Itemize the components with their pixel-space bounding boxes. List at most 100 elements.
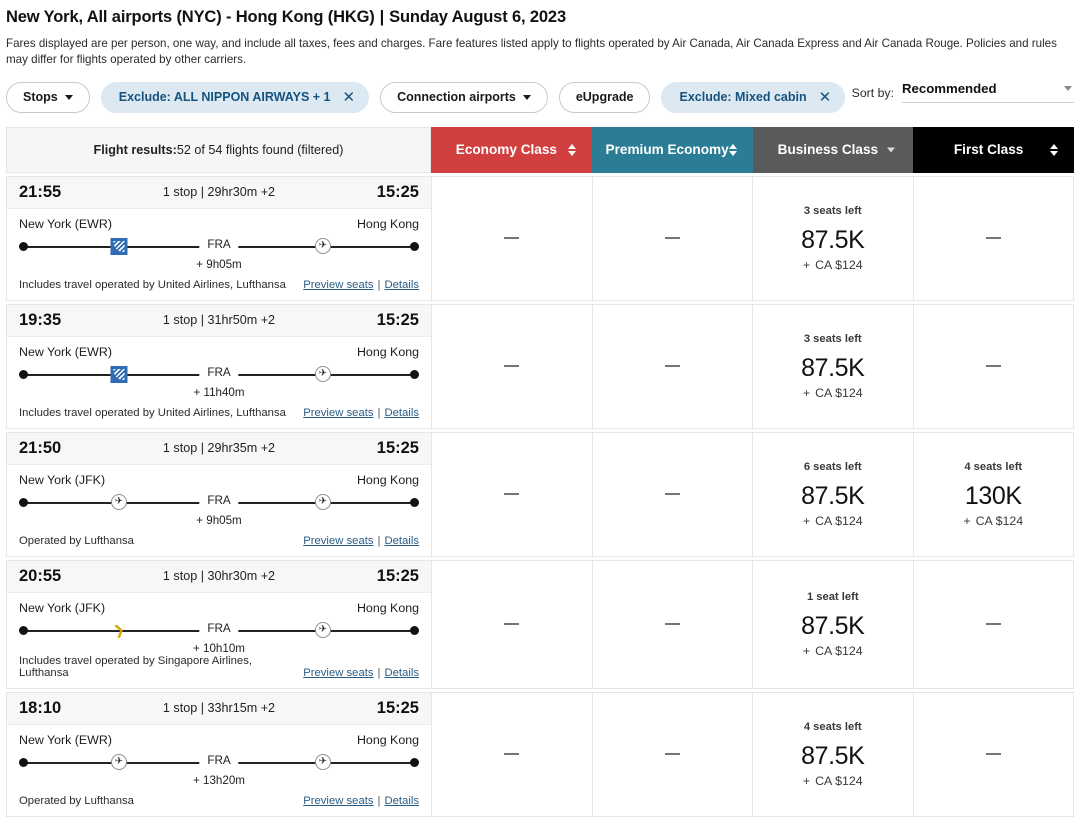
operated-by-text: Includes travel operated by Singapore Ai… xyxy=(19,654,252,679)
operator-row: Includes travel operated by United Airli… xyxy=(7,407,431,428)
departure-time: 19:35 xyxy=(19,310,62,329)
cabin-header-3[interactable]: First Class xyxy=(913,126,1074,173)
close-icon[interactable]: ✕ xyxy=(342,90,355,105)
destination-dot-icon xyxy=(410,497,419,507)
unavailable-dash-icon xyxy=(504,623,520,626)
chevron-down-icon[interactable] xyxy=(887,147,896,153)
details-link[interactable]: Details xyxy=(384,535,419,547)
fare-cash: + CA $124 xyxy=(963,514,1023,528)
fare-cell[interactable]: 3 seats left 87.5K + CA $124 xyxy=(753,304,914,428)
cabin-header-2[interactable]: Business Class xyxy=(752,126,914,173)
route-line: ✈ ✈ FRA xyxy=(19,493,419,512)
fare-points: 87.5K xyxy=(801,225,865,254)
seats-left-badge: 3 seats left xyxy=(803,204,862,217)
filter-chip-3[interactable]: eUpgrade xyxy=(558,81,651,113)
fare-cell[interactable]: 4 seats left 130K + CA $124 xyxy=(914,433,1074,556)
sort-by-select[interactable]: Recommended xyxy=(902,80,1074,103)
unavailable-dash-icon xyxy=(664,623,680,626)
preview-seats-link[interactable]: Preview seats xyxy=(303,795,373,807)
preview-seats-link[interactable]: Preview seats xyxy=(303,535,373,547)
filter-chip-0[interactable]: Stops xyxy=(6,81,90,113)
results-count-value: 52 of 54 flights found (filtered) xyxy=(176,142,344,157)
fare-cell[interactable]: 1 seat left 87.5K + CA $124 xyxy=(753,560,914,688)
fare-points: 87.5K xyxy=(801,611,865,640)
details-link[interactable]: Details xyxy=(384,407,419,419)
connection-airport: FRA xyxy=(199,621,239,635)
sort-arrows-icon[interactable] xyxy=(1050,143,1058,156)
fare-disclaimer: Fares displayed are per person, one way,… xyxy=(6,37,1057,67)
fare-cash-amount: CA $124 xyxy=(815,257,863,272)
flight-summary: 18:10 1 stop | 33hr15m +2 15:25 New York (E… xyxy=(7,692,432,816)
filter-chip-2[interactable]: Connection airports xyxy=(380,81,548,113)
results-count-label: Flight results: xyxy=(93,142,177,157)
lufthansa-logo-icon: ✈ xyxy=(315,622,331,639)
plus-sign: + xyxy=(963,513,971,528)
fare-cell[interactable]: 4 seats left 87.5K + CA $124 xyxy=(753,692,914,816)
filter-chip-4[interactable]: Exclude: Mixed cabin ✕ xyxy=(661,81,846,113)
link-divider: | xyxy=(377,278,381,291)
close-icon[interactable]: ✕ xyxy=(819,90,832,105)
unavailable-dash-icon xyxy=(985,237,1001,240)
results-count: Flight results: 52 of 54 flights found (f… xyxy=(6,126,431,173)
flight-row[interactable]: 20:55 1 stop | 30hr30m +2 15:25 New York (J… xyxy=(6,559,1074,689)
flight-row[interactable]: 21:50 1 stop | 29hr35m +2 15:25 New York (J… xyxy=(6,431,1074,557)
seats-left-badge: 3 seats left xyxy=(803,332,862,345)
flight-leg: New York (JFK) Hong Kong ❯ ✈ FRA + 10h10m xyxy=(7,593,431,655)
preview-seats-link[interactable]: Preview seats xyxy=(303,279,373,291)
row-links: Preview seats | Details xyxy=(303,407,419,419)
flight-leg: New York (EWR) Hong Kong ✈ ✈ FRA + 13h20m xyxy=(7,725,431,795)
fare-cash-amount: CA $124 xyxy=(815,773,863,788)
sort-arrows-icon[interactable] xyxy=(567,143,576,156)
cabin-header-0[interactable]: Economy Class xyxy=(431,126,592,173)
departure-time: 21:50 xyxy=(19,438,62,457)
fare-cell[interactable]: 3 seats left 87.5K + CA $124 xyxy=(753,176,914,300)
flight-rows: 21:55 1 stop | 29hr30m +2 15:25 New York (E… xyxy=(6,175,1074,817)
operated-by-text: Includes travel operated by United Airli… xyxy=(19,278,286,291)
flight-row[interactable]: 21:55 1 stop | 29hr30m +2 15:25 New York (E… xyxy=(6,175,1074,301)
filter-chip-label: Connection airports xyxy=(397,90,516,105)
fare-cell[interactable]: 6 seats left 87.5K + CA $124 xyxy=(753,432,914,556)
flight-times: 20:55 1 stop | 30hr30m +2 15:25 xyxy=(7,560,431,593)
row-links: Preview seats | Details xyxy=(303,279,419,291)
chevron-down-icon xyxy=(64,94,73,100)
flight-times: 21:50 1 stop | 29hr35m +2 15:25 xyxy=(7,432,431,465)
fare-cell xyxy=(432,176,593,300)
layover-duration: + 11h40m xyxy=(193,385,245,399)
city-pair: New York (EWR) Hong Kong xyxy=(19,733,419,747)
cabin-header-1[interactable]: Premium Economy xyxy=(591,126,753,173)
fare-cash: + CA $124 xyxy=(803,644,863,658)
link-divider: | xyxy=(377,794,381,807)
flight-times: 21:55 1 stop | 29hr30m +2 15:25 xyxy=(7,176,431,209)
flight-summary: 19:35 1 stop | 31hr50m +2 15:25 New York (E… xyxy=(7,304,432,428)
origin-dot-icon xyxy=(19,369,28,379)
travel-date: Sunday August 6, 2023 xyxy=(389,8,566,26)
stops-duration: 1 stop | 30hr30m +2 xyxy=(162,569,276,584)
link-divider: | xyxy=(377,666,381,679)
flight-row[interactable]: 19:35 1 stop | 31hr50m +2 15:25 New York (E… xyxy=(6,303,1074,429)
preview-seats-link[interactable]: Preview seats xyxy=(303,407,373,419)
fare-cash: + CA $124 xyxy=(803,774,863,788)
details-link[interactable]: Details xyxy=(384,667,419,679)
link-divider: | xyxy=(377,534,381,547)
departure-time: 18:10 xyxy=(19,698,62,717)
destination-city: Hong Kong xyxy=(356,216,419,231)
preview-seats-link[interactable]: Preview seats xyxy=(303,667,373,679)
singapore-airlines-logo-icon: ❯ xyxy=(112,621,126,638)
results-header-row: Flight results: 52 of 54 flights found (f… xyxy=(6,126,1074,173)
flight-row[interactable]: 18:10 1 stop | 33hr15m +2 15:25 New York (E… xyxy=(6,691,1074,817)
sort-arrows-icon[interactable] xyxy=(728,143,737,156)
plus-sign: + xyxy=(802,257,811,272)
stops-duration: 1 stop | 29hr30m +2 xyxy=(162,185,276,200)
origin-city: New York (JFK) xyxy=(19,600,106,615)
details-link[interactable]: Details xyxy=(384,795,419,807)
fare-cell xyxy=(593,304,753,428)
arrival-time: 15:25 xyxy=(376,310,419,329)
crane-glyph: ✈ xyxy=(318,756,328,768)
filter-chip-1[interactable]: Exclude: ALL NIPPON AIRWAYS + 1 ✕ xyxy=(100,81,370,113)
layover-duration: + 10h10m xyxy=(193,641,245,655)
operator-row: Includes travel operated by Singapore Ai… xyxy=(7,655,431,688)
stops-duration: 1 stop | 33hr15m +2 xyxy=(162,701,276,716)
details-link[interactable]: Details xyxy=(384,279,419,291)
sort-by-control: Sort by: Recommended xyxy=(852,80,1074,103)
departure-time: 20:55 xyxy=(19,566,62,585)
